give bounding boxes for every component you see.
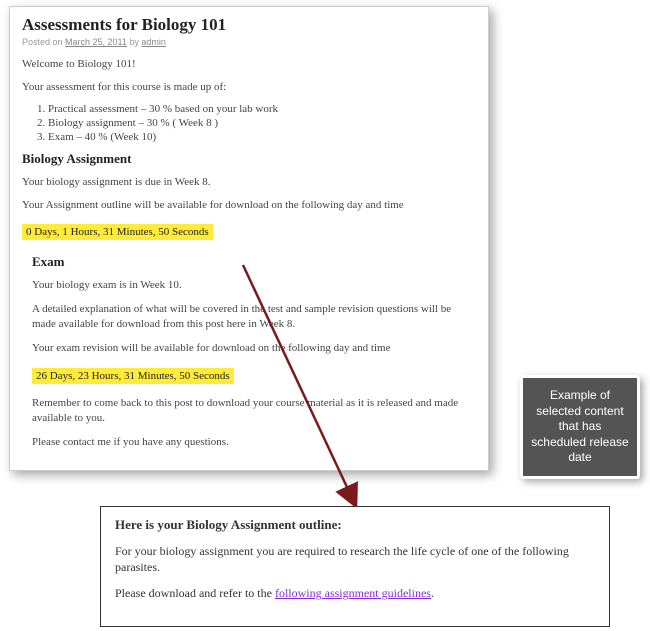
assignment-guidelines-link[interactable]: following assignment guidelines xyxy=(275,586,431,600)
section-heading-exam: Exam xyxy=(32,254,476,270)
post-meta: Posted on March 25, 2011 by admin xyxy=(22,37,476,47)
welcome-text: Welcome to Biology 101! xyxy=(22,57,476,72)
outline-prefix: Please download and refer to the xyxy=(115,586,275,600)
body-text: Your biology assignment is due in Week 8… xyxy=(22,175,476,190)
body-text: Your Assignment outline will be availabl… xyxy=(22,198,476,213)
assessment-list: Practical assessment – 30 % based on you… xyxy=(48,103,476,143)
meta-prefix: Posted on xyxy=(22,37,65,47)
intro-text: Your assessment for this course is made … xyxy=(22,80,476,95)
body-text: A detailed explanation of what will be c… xyxy=(32,302,476,333)
post-title: Assessments for Biology 101 xyxy=(22,15,476,35)
post-date-link[interactable]: March 25, 2011 xyxy=(65,37,127,47)
body-text: Your exam revision will be available for… xyxy=(32,341,476,356)
body-text: Please contact me if you have any questi… xyxy=(32,435,476,450)
outline-download-line: Please download and refer to the followi… xyxy=(115,585,595,601)
countdown-highlight-2: 26 Days, 23 Hours, 31 Minutes, 50 Second… xyxy=(32,368,234,384)
outline-suffix: . xyxy=(431,586,434,600)
outline-title: Here is your Biology Assignment outline: xyxy=(115,517,595,533)
post-author-link[interactable]: admin xyxy=(141,37,166,47)
post-container: Assessments for Biology 101 Posted on Ma… xyxy=(9,6,489,471)
body-text: Remember to come back to this post to do… xyxy=(32,396,476,427)
outline-body: For your biology assignment you are requ… xyxy=(115,543,595,575)
assignment-outline-box: Here is your Biology Assignment outline:… xyxy=(100,506,610,627)
body-text: Your biology exam is in Week 10. xyxy=(32,278,476,293)
section-heading-biology-assignment: Biology Assignment xyxy=(22,151,476,167)
list-item: Exam – 40 % (Week 10) xyxy=(48,131,476,143)
countdown-highlight-1: 0 Days, 1 Hours, 31 Minutes, 50 Seconds xyxy=(22,224,213,240)
list-item: Practical assessment – 30 % based on you… xyxy=(48,103,476,115)
list-item: Biology assignment – 30 % ( Week 8 ) xyxy=(48,117,476,129)
callout-box: Example of selected content that has sch… xyxy=(520,375,640,479)
meta-by: by xyxy=(127,37,142,47)
